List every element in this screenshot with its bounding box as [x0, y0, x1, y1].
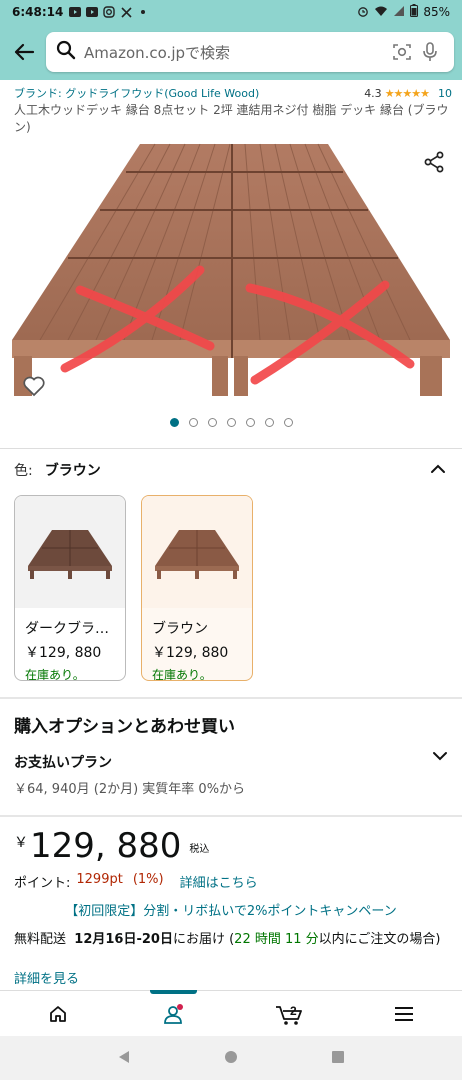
gallery-dot[interactable]	[264, 418, 274, 427]
swatch-name: ブラウン	[152, 621, 208, 637]
share-icon[interactable]	[422, 150, 446, 174]
color-selected: ブラウン	[44, 463, 101, 479]
rating[interactable]: 4.3 ★★★★★ 10	[364, 87, 452, 100]
clock: 6:48:14	[12, 5, 64, 19]
rating-value: 4.3	[364, 86, 382, 100]
person-icon	[164, 1003, 184, 1024]
instagram-icon	[103, 6, 116, 18]
purchase-options-title: 購入オプションとあわせ買い	[14, 717, 235, 737]
wifi-icon	[374, 5, 388, 20]
home-icon	[49, 1005, 66, 1022]
price-amount: 129, 880	[30, 826, 182, 866]
points-details-link[interactable]: 詳細はこちら	[180, 872, 258, 891]
tab-menu[interactable]	[347, 991, 462, 1036]
bottom-tab-bar: 2	[0, 990, 462, 1036]
microphone-icon[interactable]	[416, 42, 444, 62]
section-divider	[0, 815, 462, 817]
swatch-price: ￥129, 880	[25, 645, 102, 661]
youtube-icon	[86, 6, 99, 18]
points-value: 1299pt	[76, 872, 123, 887]
delivery-prefix: 無料配送	[14, 932, 67, 947]
rating-stars: ★★★★★	[384, 86, 430, 100]
swatch-image	[15, 496, 125, 608]
color-label: 色:	[14, 463, 33, 479]
divider	[0, 448, 462, 449]
points-percent: (1%)	[132, 872, 164, 887]
battery-level: 85%	[423, 5, 450, 19]
section-divider	[0, 697, 462, 699]
delivery-suffix: 以内にご注文の場合)	[318, 932, 441, 947]
gallery-dot[interactable]	[283, 418, 293, 427]
price: ￥ 129, 880 税込	[14, 826, 209, 866]
hamburger-menu-icon	[395, 1006, 414, 1021]
review-count[interactable]: 10	[438, 87, 452, 100]
delivery-details-link[interactable]: 詳細を見る	[14, 968, 79, 987]
search-placeholder: Amazon.co.jpで検索	[84, 43, 231, 62]
points-row: ポイント: 1299pt (1%) 詳細はこちら	[14, 872, 258, 891]
cart-count: 2	[290, 1004, 297, 1018]
battery-icon	[410, 4, 419, 20]
color-option-brown[interactable]: ブラウン ￥129, 880 在庫あり。	[141, 495, 253, 681]
tab-cart[interactable]: 2	[231, 991, 347, 1036]
brand-link[interactable]: ブランド: グッドライフウッド(Good Life Wood)	[14, 85, 259, 101]
nav-home-icon[interactable]	[224, 1049, 238, 1068]
gallery-dot[interactable]	[169, 418, 179, 427]
campaign-link[interactable]: 【初回限定】分割・リボ払いで2%ポイントキャンペーン	[0, 900, 462, 919]
gallery-dot[interactable]	[226, 418, 236, 427]
x-icon	[120, 6, 132, 18]
product-title: 人工木ウッドデッキ 縁台 8点セット 2坪 連結用ネジ付 樹脂 デッキ 縁台 (…	[14, 103, 449, 134]
back-button[interactable]	[8, 36, 40, 68]
search-header: Amazon.co.jpで検索	[0, 24, 462, 80]
chevron-up-icon[interactable]	[430, 462, 446, 478]
gallery-pagination	[0, 418, 462, 427]
points-label: ポイント:	[14, 876, 71, 891]
delivery-mid: にお届け (	[172, 932, 235, 947]
gallery-dot[interactable]	[245, 418, 255, 427]
camera-search-icon[interactable]	[388, 42, 416, 62]
search-icon	[56, 40, 76, 64]
search-input[interactable]: Amazon.co.jpで検索	[46, 32, 454, 72]
tax-label: 税込	[189, 844, 210, 855]
wishlist-heart-icon[interactable]	[22, 374, 46, 398]
delivery-date: 12月16日-20日	[74, 932, 173, 947]
signal-icon	[393, 5, 405, 20]
nav-back-icon[interactable]	[117, 1049, 131, 1068]
color-option-dark-brown[interactable]: ダークブラ… ￥129, 880 在庫あり。	[14, 495, 126, 681]
status-bar: 6:48:14 85%	[0, 0, 462, 24]
swatch-stock: 在庫あり。	[152, 668, 212, 681]
payment-plan-title[interactable]: お支払いプラン	[14, 752, 112, 772]
cart-icon: 2	[275, 1004, 302, 1025]
alarm-icon	[357, 5, 369, 20]
dot-icon	[137, 6, 149, 18]
delivery-countdown: 22 時間 11 分	[234, 932, 319, 947]
nav-recents-icon[interactable]	[331, 1049, 345, 1068]
system-nav-bar	[0, 1036, 462, 1080]
arrow-left-icon	[14, 43, 35, 61]
currency-symbol: ￥	[14, 835, 28, 851]
swatch-name: ダークブラ…	[25, 621, 109, 637]
payment-plan-summary: ￥64, 940月 (2か月) 実質年率 0%から	[14, 782, 246, 797]
gallery-dot[interactable]	[207, 418, 217, 427]
youtube-icon	[69, 6, 82, 18]
product-image[interactable]	[0, 140, 462, 410]
tab-home[interactable]	[0, 991, 116, 1036]
color-selector-header[interactable]: 色: ブラウン	[14, 460, 446, 480]
delivery-info: 無料配送 12月16日-20日にお届け (22 時間 11 分以内にご注文の場合…	[14, 930, 450, 949]
chevron-down-icon[interactable]	[432, 746, 448, 765]
swatch-stock: 在庫あり。	[25, 668, 85, 681]
swatch-price: ￥129, 880	[152, 645, 229, 661]
gallery-dot[interactable]	[188, 418, 198, 427]
tab-account[interactable]	[116, 990, 232, 1036]
swatch-image	[142, 496, 252, 608]
